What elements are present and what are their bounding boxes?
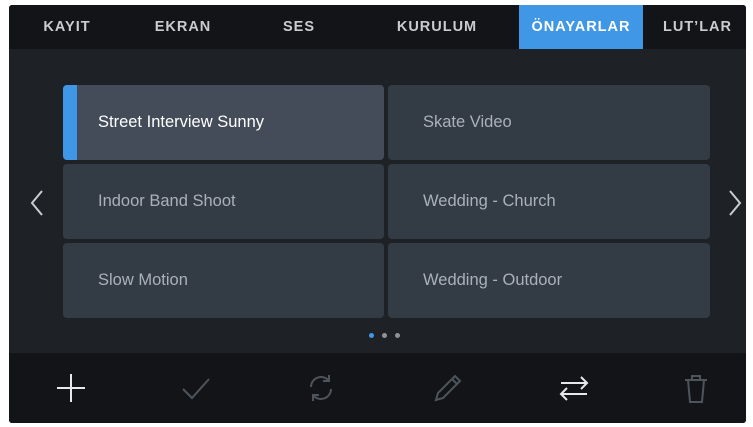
tab-label: ÖNAYARLAR [531, 19, 631, 35]
load-preset-button[interactable] [176, 368, 216, 408]
preset-item[interactable]: Skate Video [388, 85, 710, 160]
preset-item[interactable]: Indoor Band Shoot [63, 164, 384, 239]
preset-item[interactable]: Wedding - Church [388, 164, 710, 239]
swap-arrows-icon [559, 376, 589, 401]
update-preset-button[interactable] [301, 368, 341, 408]
delete-preset-button[interactable] [676, 368, 716, 408]
tab-label: EKRAN [154, 19, 212, 35]
preset-grid: Street Interview Sunny Skate Video Indoo… [9, 49, 746, 354]
preset-label: Street Interview Sunny [98, 113, 264, 131]
next-page-arrow-icon[interactable] [723, 183, 746, 223]
trash-icon [685, 375, 707, 403]
tab-ekran[interactable]: EKRAN [125, 5, 241, 49]
preset-label: Indoor Band Shoot [98, 192, 236, 210]
page-dot[interactable] [369, 333, 374, 338]
tab-kayit[interactable]: KAYIT [9, 5, 125, 49]
tab-kurulum[interactable]: KURULUM [357, 5, 517, 49]
add-preset-button[interactable] [51, 368, 91, 408]
refresh-icon [310, 375, 332, 401]
previous-page-arrow-icon[interactable] [25, 183, 49, 223]
page-dot[interactable] [395, 333, 400, 338]
action-toolbar [9, 353, 746, 423]
pencil-icon [434, 374, 462, 402]
tab-ses[interactable]: SES [241, 5, 357, 49]
check-icon [182, 378, 210, 400]
preset-label: Wedding - Church [423, 192, 556, 210]
tab-lutlar[interactable]: LUT’LAR [649, 5, 746, 49]
import-export-button[interactable] [554, 368, 594, 408]
tab-label: SES [282, 19, 315, 35]
page-dot[interactable] [382, 333, 387, 338]
plus-icon [57, 374, 85, 402]
preset-label: Slow Motion [98, 271, 188, 289]
tab-onayarlar[interactable]: ÖNAYARLAR [519, 5, 643, 49]
tab-label: LUT’LAR [662, 19, 732, 35]
preset-item[interactable]: Slow Motion [63, 243, 384, 318]
selection-indicator [63, 85, 77, 160]
preset-item[interactable]: Street Interview Sunny [63, 85, 384, 160]
camera-menu-screen: KAYIT EKRAN SES KURULUM ÖNAYARLAR LUT’LA… [9, 5, 746, 423]
preset-label: Wedding - Outdoor [423, 271, 563, 289]
rename-preset-button[interactable] [427, 368, 467, 408]
tab-bar: KAYIT EKRAN SES KURULUM ÖNAYARLAR LUT’LA… [9, 5, 746, 49]
preset-label: Skate Video [423, 113, 512, 131]
tab-label: KAYIT [43, 19, 91, 35]
preset-item[interactable]: Wedding - Outdoor [388, 243, 710, 318]
tab-label: KURULUM [396, 19, 478, 35]
